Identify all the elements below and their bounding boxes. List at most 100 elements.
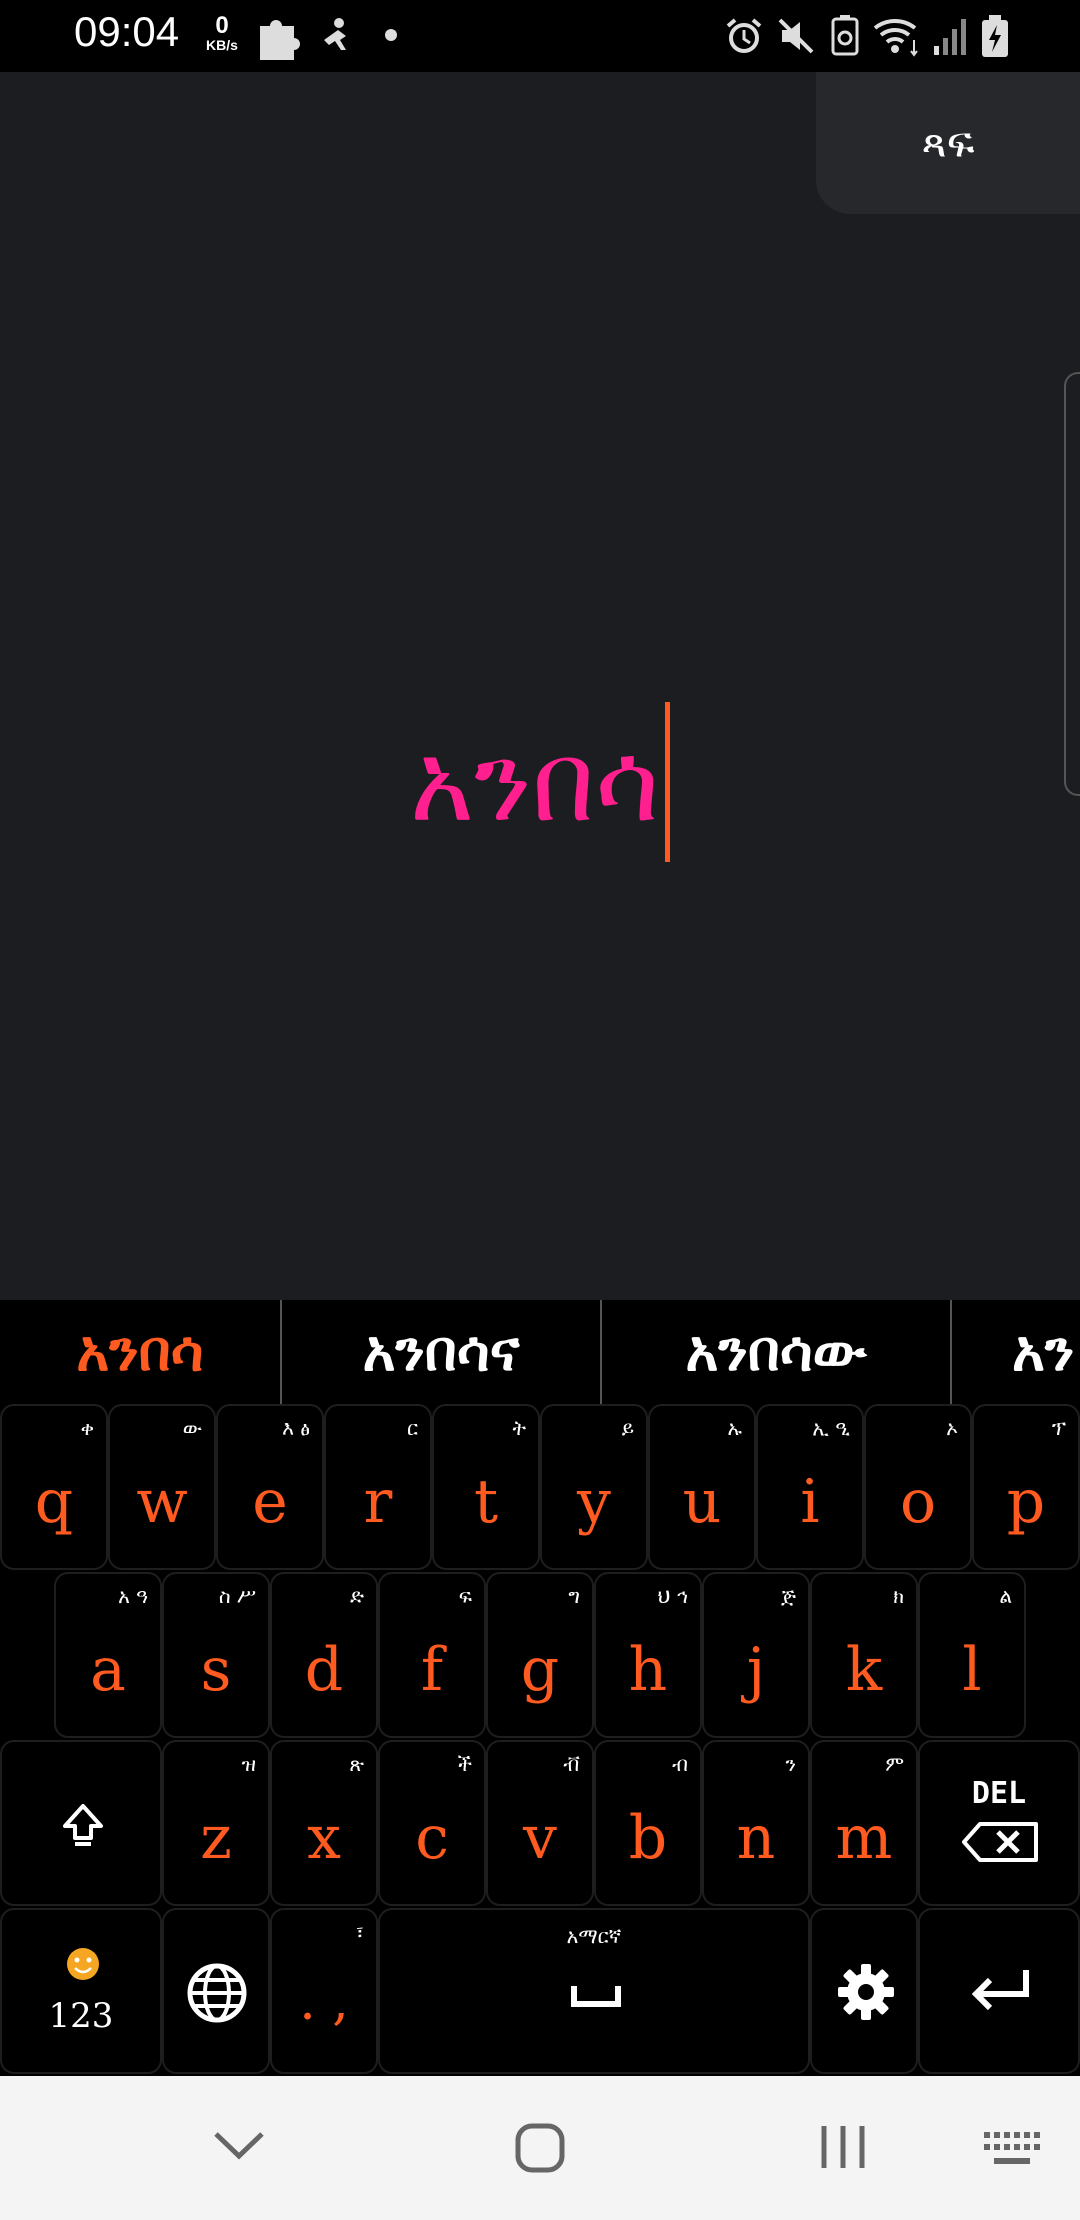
key-label: . ,: [299, 1972, 349, 2032]
key-label: f: [420, 1635, 444, 1705]
typed-text: አንበሳ: [409, 718, 660, 846]
key-label: l: [962, 1635, 982, 1705]
key-h[interactable]: ህ ኅ h: [594, 1572, 702, 1738]
space-key[interactable]: አማርኛ: [378, 1908, 810, 2074]
key-label: p: [1006, 1467, 1046, 1537]
delete-key[interactable]: DEL: [918, 1740, 1080, 1906]
key-y[interactable]: ይ y: [540, 1404, 648, 1570]
key-label: e: [252, 1467, 288, 1537]
suggestion-item[interactable]: አንበሳና: [282, 1300, 602, 1404]
key-hint: ድ: [350, 1584, 364, 1608]
home-button-icon[interactable]: [514, 2122, 566, 2174]
key-hint: ፕ: [1051, 1416, 1066, 1440]
key-e[interactable]: እ ፅ e: [216, 1404, 324, 1570]
battery-saver-icon: [831, 15, 859, 56]
hide-keyboard-icon[interactable]: [212, 2128, 266, 2162]
key-label: z: [200, 1803, 232, 1873]
key-f[interactable]: ፍ f: [378, 1572, 486, 1738]
key-hint: ኢ ዒ: [812, 1416, 850, 1440]
key-c[interactable]: ች c: [378, 1740, 486, 1906]
key-label: t: [473, 1467, 499, 1537]
key-k[interactable]: ክ k: [810, 1572, 918, 1738]
key-a[interactable]: አ ዓ a: [54, 1572, 162, 1738]
key-label: j: [746, 1635, 766, 1705]
key-hint: ፍ: [458, 1584, 472, 1608]
text-input-area[interactable]: አንበሳ: [0, 692, 1080, 872]
key-label: n: [736, 1803, 776, 1873]
suggestion-item[interactable]: አን: [952, 1300, 1080, 1404]
delete-label: DEL: [971, 1776, 1027, 1811]
recents-button-icon[interactable]: [818, 2122, 868, 2172]
key-label: u: [682, 1467, 722, 1537]
key-hint: ት: [512, 1416, 527, 1440]
status-time: 09:04: [74, 8, 180, 55]
key-hint: ጽ: [349, 1752, 364, 1776]
key-hint: ም: [885, 1752, 904, 1776]
space-language-label: አማርኛ: [566, 1924, 622, 1948]
key-hint: ቭ: [563, 1752, 580, 1776]
key-hint: ው: [182, 1416, 202, 1440]
numbers-key[interactable]: 123: [0, 1908, 162, 2074]
key-t[interactable]: ት t: [432, 1404, 540, 1570]
key-label: k: [845, 1635, 883, 1705]
key-r[interactable]: ር r: [324, 1404, 432, 1570]
enter-arrow-icon: [971, 1970, 1029, 2011]
key-label: o: [899, 1467, 937, 1537]
network-speed-unit: KB/s: [206, 37, 238, 53]
key-label: w: [136, 1467, 188, 1537]
text-cursor: [665, 702, 671, 862]
network-speed: 0 KB/s: [200, 14, 244, 53]
keyboard-switch-icon[interactable]: [982, 2130, 1040, 2168]
punctuation-key[interactable]: ፣ . ,: [270, 1908, 378, 2074]
alarm-icon: [726, 18, 762, 53]
globe-icon: [187, 1963, 247, 2023]
key-label: r: [363, 1467, 393, 1537]
key-j[interactable]: ጅ j: [702, 1572, 810, 1738]
enter-key[interactable]: [918, 1908, 1080, 2074]
puzzle-icon: [260, 20, 300, 60]
key-label: c: [415, 1803, 449, 1873]
key-label: q: [34, 1467, 74, 1537]
settings-key[interactable]: [810, 1908, 918, 2074]
key-b[interactable]: ብ b: [594, 1740, 702, 1906]
key-hint: ጅ: [781, 1584, 796, 1608]
key-hint: ን: [785, 1752, 796, 1776]
shift-key[interactable]: [0, 1740, 162, 1906]
key-q[interactable]: ቀ q: [0, 1404, 108, 1570]
key-hint: ች: [457, 1752, 472, 1776]
key-u[interactable]: ኡ u: [648, 1404, 756, 1570]
key-s[interactable]: ስ ሥ s: [162, 1572, 270, 1738]
key-i[interactable]: ኢ ዒ i: [756, 1404, 864, 1570]
key-o[interactable]: ኦ o: [864, 1404, 972, 1570]
key-g[interactable]: ግ g: [486, 1572, 594, 1738]
key-n[interactable]: ን n: [702, 1740, 810, 1906]
shift-arrow-icon: [63, 1804, 103, 1846]
language-key[interactable]: [162, 1908, 270, 2074]
key-label: h: [628, 1635, 668, 1705]
suggestion-item[interactable]: አንበሳ: [0, 1300, 282, 1404]
key-z[interactable]: ዝ z: [162, 1740, 270, 1906]
key-p[interactable]: ፕ p: [972, 1404, 1080, 1570]
key-w[interactable]: ው w: [108, 1404, 216, 1570]
backspace-icon: [962, 1822, 1038, 1862]
key-hint: ል: [999, 1584, 1012, 1608]
key-hint: ህ ኅ: [657, 1584, 688, 1608]
key-label: v: [523, 1803, 557, 1873]
key-d[interactable]: ድ d: [270, 1572, 378, 1738]
suggestion-strip: አንበሳ አንበሳና አንበሳው አን: [0, 1300, 1080, 1404]
key-hint: ፣: [355, 1920, 364, 1944]
suggestion-item[interactable]: አንበሳው: [602, 1300, 952, 1404]
key-label: d: [304, 1635, 344, 1705]
key-hint: አ ዓ: [118, 1584, 148, 1608]
key-hint: ይ: [621, 1416, 634, 1440]
key-l[interactable]: ል l: [918, 1572, 1026, 1738]
accessibility-icon: [324, 18, 346, 50]
key-m[interactable]: ም m: [810, 1740, 918, 1906]
key-v[interactable]: ቭ v: [486, 1740, 594, 1906]
wifi-icon: [873, 18, 918, 57]
signal-icon: [934, 19, 966, 55]
key-hint: ዝ: [241, 1752, 256, 1776]
key-x[interactable]: ጽ x: [270, 1740, 378, 1906]
mute-icon: [778, 18, 814, 54]
write-button[interactable]: ጻፍ: [816, 72, 1080, 214]
